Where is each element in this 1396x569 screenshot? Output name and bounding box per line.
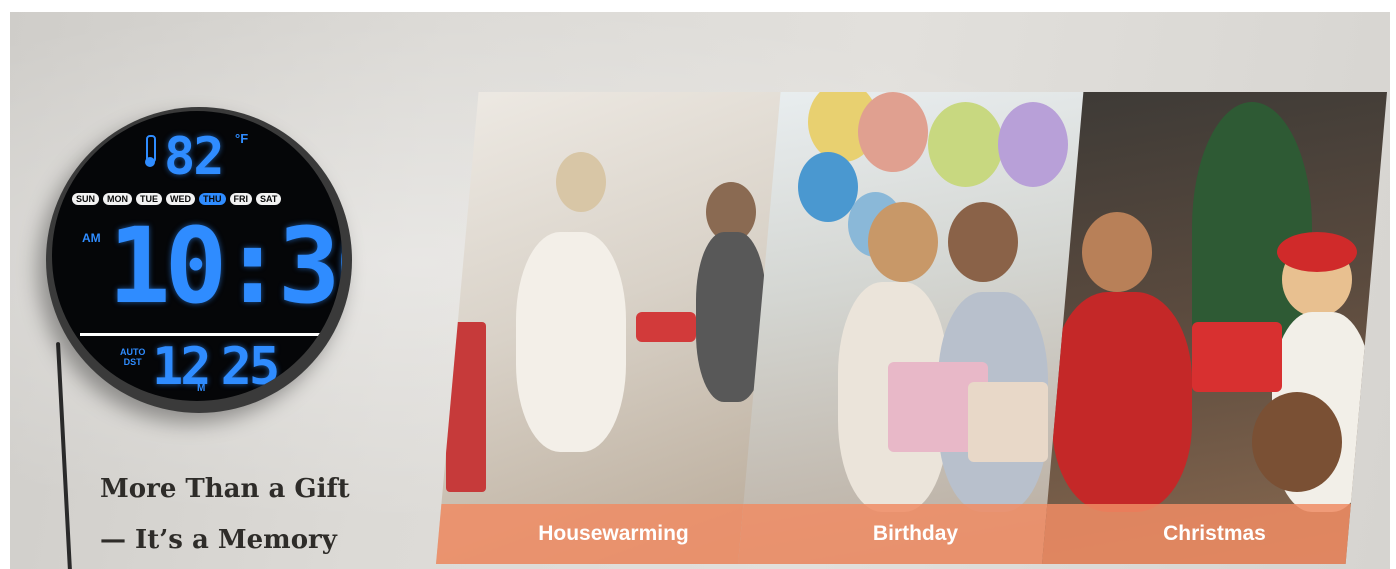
label-housewarming: Housewarming — [436, 504, 791, 564]
weekday-sun: SUN — [72, 193, 100, 205]
display-divider — [80, 333, 320, 336]
thermometer-icon — [145, 135, 156, 167]
meridiem-indicator: AM — [82, 231, 101, 245]
auto-dst-indicator: AUTO DST — [120, 347, 145, 367]
date-month-mark: M — [197, 383, 206, 394]
tagline-line-1: More Than a Gift — [100, 474, 350, 504]
dst-line-2: DST — [123, 357, 142, 367]
label-birthday: Birthday — [738, 504, 1093, 564]
panel-birthday: Birthday — [738, 92, 1093, 564]
weekday-tue: TUE — [136, 193, 163, 205]
birthday-photo — [738, 92, 1093, 564]
date-day-mark: D — [264, 383, 272, 394]
weekday-fri: FRI — [229, 193, 253, 205]
tagline-line-2: — It’s a Memory — [100, 525, 337, 555]
temperature-unit: °F — [235, 131, 249, 146]
housewarming-photo — [436, 92, 791, 564]
weekday-mon: MON — [103, 193, 133, 205]
temperature-readout: 82 — [164, 127, 225, 187]
date-readout: 12 25 — [152, 337, 280, 397]
label-christmas: Christmas — [1042, 504, 1387, 564]
product-banner: 82 °F SUN MON TUE WED THU FRI SAT AM 10:… — [10, 12, 1390, 569]
christmas-photo — [1042, 92, 1387, 564]
weekday-thu: THU — [199, 193, 226, 205]
panel-christmas: Christmas — [1042, 92, 1387, 564]
weekday-wed: WED — [166, 193, 196, 205]
weekday-row: SUN MON TUE WED THU FRI SAT — [72, 193, 282, 205]
weekday-sat: SAT — [256, 193, 282, 205]
dst-line-1: AUTO — [120, 347, 146, 357]
panel-housewarming: Housewarming — [436, 92, 791, 564]
clock-display: 82 °F SUN MON TUE WED THU FRI SAT AM 10:… — [52, 111, 342, 401]
time-readout: 10:36 — [108, 205, 342, 327]
digital-wall-clock: 82 °F SUN MON TUE WED THU FRI SAT AM 10:… — [46, 107, 352, 413]
